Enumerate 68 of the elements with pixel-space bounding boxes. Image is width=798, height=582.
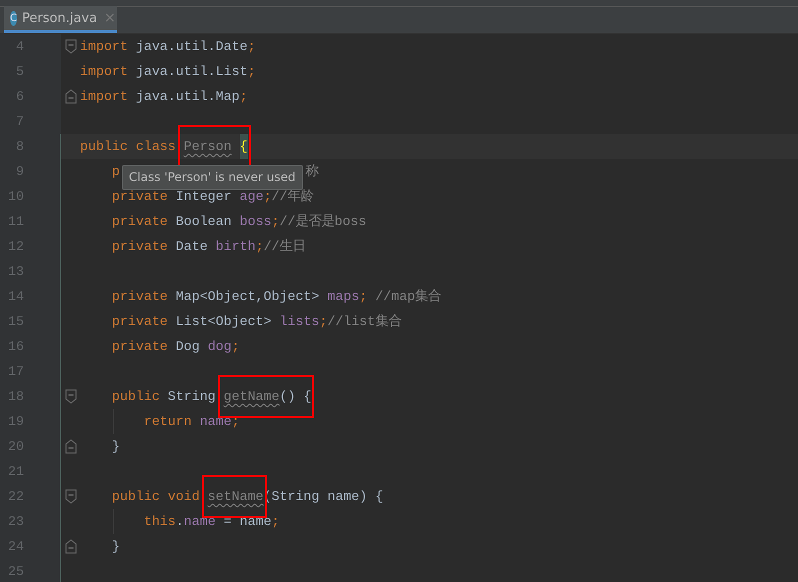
- code-token: private: [110, 213, 169, 231]
- code-token: import: [80, 63, 129, 81]
- code-token: import: [80, 88, 129, 106]
- code-token: Person: [184, 138, 232, 156]
- code-token: Map<Object,Object>: [176, 288, 320, 306]
- code-token: ;: [264, 188, 272, 206]
- fold-icon[interactable]: [64, 439, 76, 454]
- code-token: //生日: [264, 238, 306, 256]
- code-token: setName: [208, 488, 264, 506]
- fold-icon[interactable]: [64, 389, 76, 404]
- code-token: Date: [176, 238, 209, 256]
- code-token: age: [240, 188, 264, 206]
- code-token: getName: [224, 388, 280, 406]
- code-token: import: [80, 38, 129, 56]
- code-token: {: [240, 134, 248, 159]
- code-token: name: [184, 513, 216, 531]
- code-token: ;: [232, 413, 240, 431]
- code-token: //年龄: [272, 188, 314, 206]
- code-token: public class: [80, 138, 177, 156]
- code-token: ;: [248, 63, 256, 81]
- code-token: private: [110, 313, 169, 331]
- code-token: ;: [232, 338, 240, 356]
- code-token: this: [142, 513, 176, 531]
- code-token: ;: [319, 313, 328, 331]
- tooltip: Class 'Person' is never used: [122, 165, 303, 190]
- code-token: public void: [110, 488, 201, 506]
- code-token: private: [110, 238, 169, 256]
- code-token: private: [110, 338, 169, 356]
- code-token: Boolean: [176, 213, 233, 231]
- code-token: //map集合: [375, 288, 442, 306]
- fold-icon[interactable]: [64, 39, 76, 54]
- code-token: private: [110, 188, 169, 206]
- code-token: birth: [216, 238, 256, 256]
- code-token: return: [142, 413, 193, 431]
- code-token: //是否是boss: [280, 213, 366, 231]
- code-token: p: [110, 163, 120, 181]
- fold-icon[interactable]: [64, 489, 76, 504]
- code-token: java.util.Date: [136, 38, 248, 56]
- code-token: java.util.Map: [136, 88, 240, 106]
- code-token: Dog: [176, 338, 201, 356]
- code-token: private: [110, 288, 169, 306]
- fold-icon[interactable]: [64, 539, 76, 554]
- code-token: 称: [306, 163, 319, 181]
- code-token: String: [168, 388, 217, 406]
- code-token: = name: [222, 513, 272, 531]
- code-token: ;: [240, 88, 248, 106]
- code-token: Integer: [176, 188, 233, 206]
- code-token: () {: [280, 388, 312, 406]
- code-token: ;: [248, 38, 256, 56]
- code-token: java.util.List: [136, 63, 248, 81]
- file-tab[interactable]: C Person.java ×: [4, 6, 117, 33]
- code-token: name: [200, 413, 232, 431]
- code-token: ;: [272, 213, 280, 231]
- fold-icon[interactable]: [64, 89, 76, 104]
- code-token: ;: [359, 288, 368, 306]
- code-token: ;: [272, 513, 280, 531]
- code-token: maps: [327, 288, 360, 306]
- code-token: lists: [280, 313, 320, 331]
- code-token: dog: [208, 338, 232, 356]
- code-token: ;: [256, 238, 264, 256]
- class-icon: C: [10, 10, 17, 26]
- code-token: }: [110, 438, 120, 456]
- code-token: boss: [240, 213, 272, 231]
- code-token: //list集合: [327, 313, 402, 331]
- code-token: }: [110, 538, 120, 556]
- code-token: public: [110, 388, 161, 406]
- code-token: List<Object>: [176, 313, 273, 331]
- code-token: .: [176, 513, 184, 531]
